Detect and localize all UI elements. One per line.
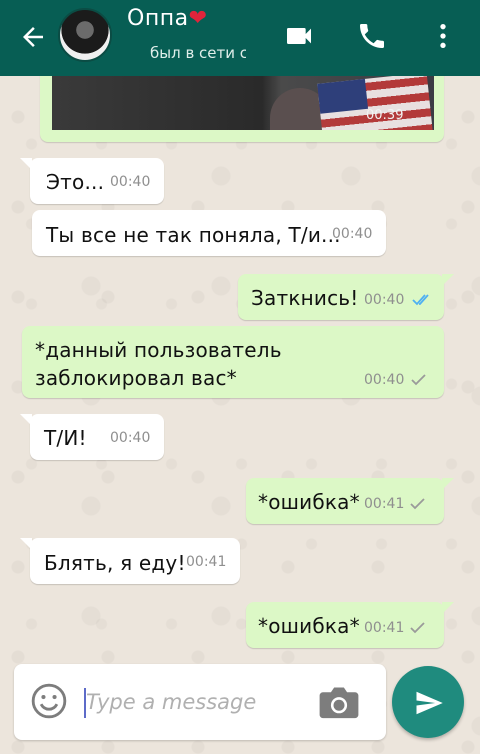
- message-time: 00:40: [364, 372, 405, 388]
- message-time: 00:40: [110, 430, 151, 446]
- back-arrow-icon[interactable]: [18, 22, 48, 52]
- sent-tick-icon: [411, 374, 426, 386]
- message-text: Блять, я еду!: [44, 551, 186, 575]
- message-text: Т/И!: [44, 426, 87, 450]
- message-outgoing[interactable]: *данный пользователь заблокировал вас* 0…: [22, 326, 444, 398]
- message-outgoing[interactable]: *ошибка* 00:41: [246, 478, 454, 524]
- contact-name-text: Оппа: [127, 6, 189, 31]
- message-outgoing[interactable]: *ошибка* 00:41: [246, 602, 454, 648]
- message-text: Это...: [46, 170, 105, 194]
- message-outgoing[interactable]: Заткнись! 00:40: [238, 274, 454, 320]
- camera-icon[interactable]: [318, 684, 360, 720]
- contact-name[interactable]: Оппа❤: [127, 6, 208, 31]
- message-incoming[interactable]: Блять, я еду! 00:41: [20, 538, 240, 584]
- message-text: Заткнись!: [251, 286, 359, 310]
- message-incoming[interactable]: Т/И! 00:40: [20, 414, 164, 460]
- message-incoming[interactable]: Это... 00:40: [20, 158, 164, 204]
- read-double-tick-icon: [412, 294, 429, 306]
- photo-time: 00:39: [366, 108, 404, 123]
- message-text: Ты все не так поняла, Т/и...: [46, 223, 341, 247]
- message-text: *ошибка*: [258, 614, 360, 638]
- message-text: *ошибка*: [258, 490, 360, 514]
- message-time: 00:40: [110, 174, 151, 190]
- contact-avatar[interactable]: [58, 8, 112, 62]
- message-time: 00:41: [364, 620, 405, 636]
- message-text-line-1: *данный пользователь: [35, 338, 282, 362]
- sent-tick-icon: [410, 622, 425, 634]
- video-call-icon[interactable]: [283, 20, 315, 52]
- message-time: 00:41: [364, 496, 405, 512]
- message-time: 00:41: [186, 554, 227, 570]
- message-time: 00:40: [332, 226, 373, 242]
- message-time: 00:40: [364, 292, 405, 308]
- message-input[interactable]: [86, 684, 296, 720]
- sent-tick-icon: [410, 498, 425, 510]
- emoji-icon[interactable]: [30, 682, 68, 720]
- send-icon: [416, 691, 443, 715]
- chat-header: Оппа❤ был в сети сегодня: [0, 0, 480, 76]
- phone-icon[interactable]: [356, 20, 388, 52]
- message-incoming[interactable]: Ты все не так поняла, Т/и... 00:40: [32, 210, 386, 256]
- heart-icon: ❤: [188, 6, 208, 31]
- more-vertical-icon[interactable]: [427, 20, 459, 52]
- contact-status: был в сети сегодня: [150, 44, 246, 62]
- message-text-line-2: заблокировал вас*: [35, 366, 237, 390]
- send-button[interactable]: [392, 666, 464, 738]
